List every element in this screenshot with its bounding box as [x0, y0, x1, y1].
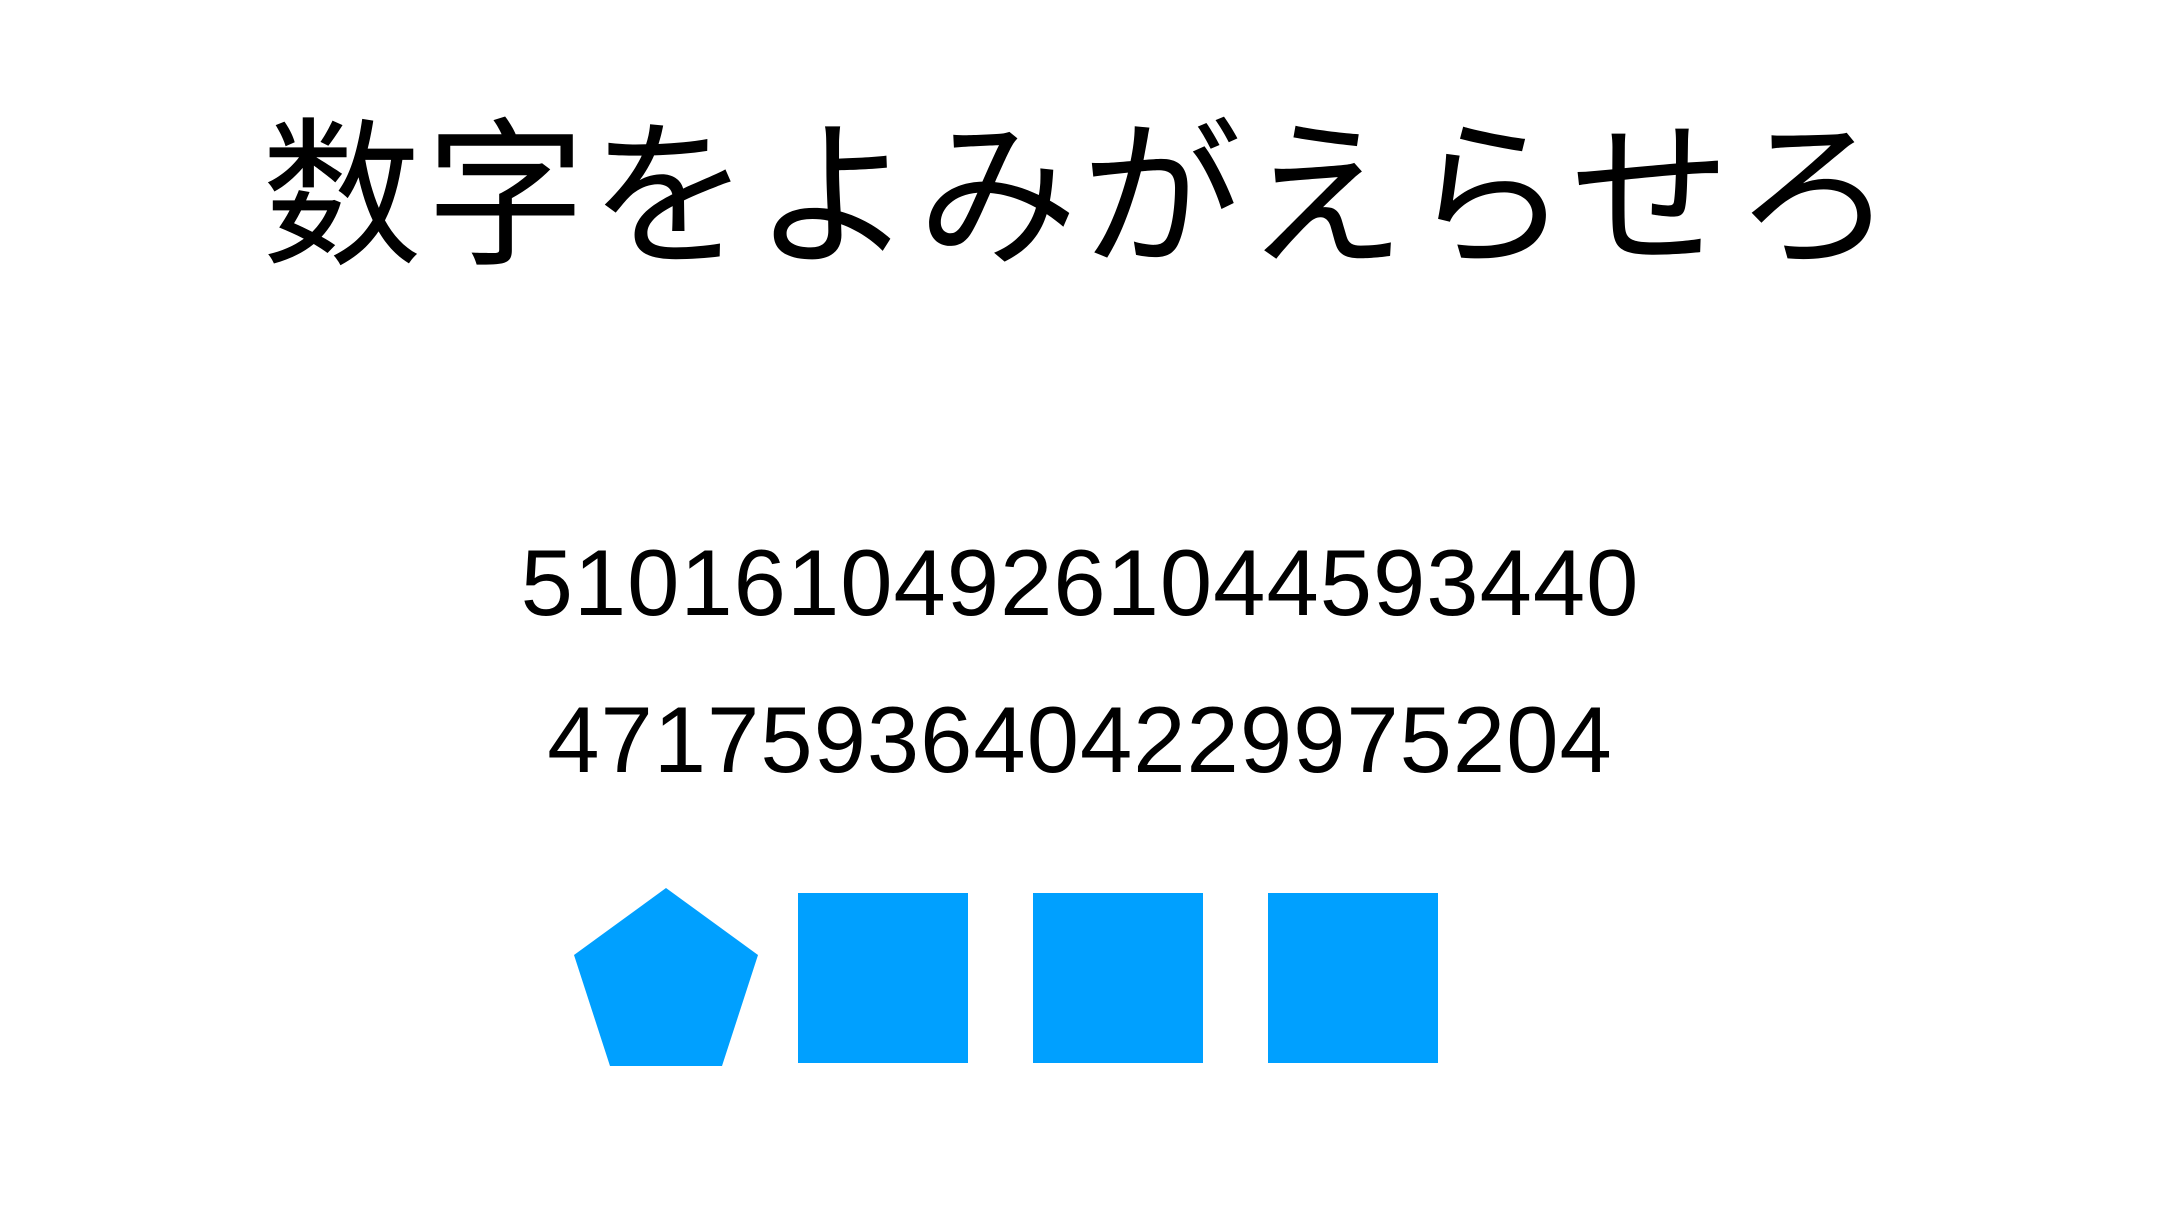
square-icon	[1268, 893, 1438, 1063]
square-icon	[1033, 893, 1203, 1063]
slide: 数字をよみがえらせろ 510161049261044593440 4717593…	[0, 0, 2160, 1205]
shape-row	[574, 888, 1438, 1066]
pentagon-icon	[574, 888, 758, 1066]
square-icon	[798, 893, 968, 1063]
